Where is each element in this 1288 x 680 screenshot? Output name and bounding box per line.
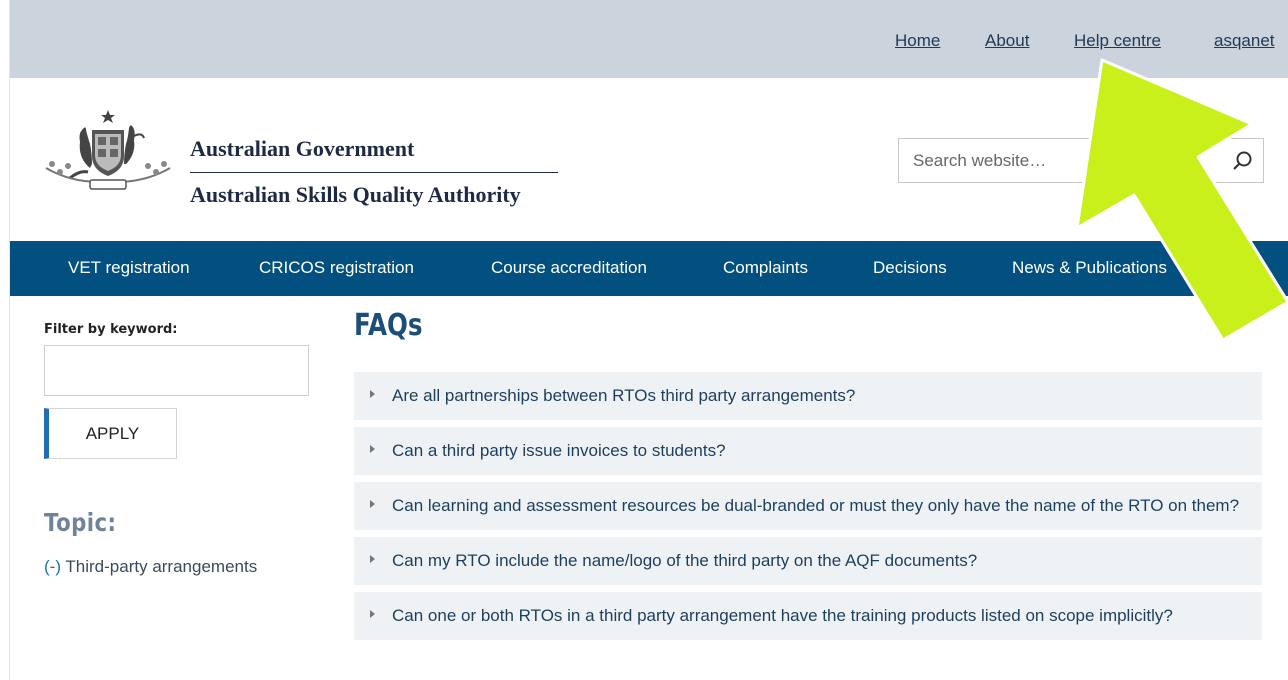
government-name: Australian Government: [190, 136, 415, 161]
caret-right-icon: [370, 390, 375, 398]
page: Home About Help centre asqanet Australia…: [0, 0, 1288, 680]
help-centre-link[interactable]: Help centre: [1074, 31, 1161, 51]
search-icon[interactable]: [1231, 149, 1255, 173]
nav-course-accreditation[interactable]: Course accreditation: [491, 258, 647, 278]
nav-vet-registration[interactable]: VET registration: [68, 258, 190, 278]
search-box: [898, 138, 1264, 183]
faq-item[interactable]: Can one or both RTOs in a third party ar…: [354, 592, 1262, 640]
about-link[interactable]: About: [985, 31, 1029, 51]
asqanet-link[interactable]: asqanet: [1214, 31, 1275, 51]
faq-item[interactable]: Can my RTO include the name/logo of the …: [354, 537, 1262, 585]
faq-question: Can a third party issue invoices to stud…: [392, 441, 726, 460]
nav-decisions[interactable]: Decisions: [873, 258, 947, 278]
header-divider: [190, 172, 558, 173]
home-link[interactable]: Home: [895, 31, 940, 51]
keyword-filter-input[interactable]: [44, 345, 309, 396]
utility-bar: Home About Help centre asqanet: [10, 0, 1288, 78]
coat-of-arms-icon[interactable]: [40, 108, 176, 194]
agency-name[interactable]: Australian Skills Quality Authority: [190, 182, 521, 208]
search-input[interactable]: [899, 139, 1199, 182]
main-nav: VET registration CRICOS registration Cou…: [10, 241, 1288, 296]
apply-button[interactable]: APPLY: [44, 408, 177, 459]
faq-question: Can learning and assessment resources be…: [392, 496, 1240, 515]
nav-complaints[interactable]: Complaints: [723, 258, 808, 278]
nav-cricos-registration[interactable]: CRICOS registration: [259, 258, 414, 278]
faq-item[interactable]: Can learning and assessment resources be…: [354, 482, 1262, 530]
filter-label: Filter by keyword:: [44, 322, 178, 337]
remove-topic-link[interactable]: (-): [44, 557, 61, 576]
nav-news-publications[interactable]: News & Publications: [1012, 258, 1167, 278]
faq-item[interactable]: Can a third party issue invoices to stud…: [354, 427, 1262, 475]
caret-right-icon: [370, 555, 375, 563]
faq-list: Are all partnerships between RTOs third …: [354, 372, 1262, 647]
faq-item[interactable]: Are all partnerships between RTOs third …: [354, 372, 1262, 420]
browser-edge: [0, 0, 10, 680]
faq-question: Are all partnerships between RTOs third …: [392, 386, 856, 405]
caret-right-icon: [370, 445, 375, 453]
caret-right-icon: [370, 500, 375, 508]
faq-question: Can one or both RTOs in a third party ar…: [392, 606, 1173, 625]
topic-heading: Topic:: [44, 508, 117, 537]
page-title: FAQs: [354, 308, 423, 343]
topic-name: Third-party arrangements: [65, 557, 258, 576]
caret-right-icon: [370, 610, 375, 618]
topic-filter-item[interactable]: (-) Third-party arrangements: [44, 557, 257, 577]
faq-question: Can my RTO include the name/logo of the …: [392, 551, 978, 570]
site-header: Australian Government Australian Skills …: [10, 78, 1288, 241]
